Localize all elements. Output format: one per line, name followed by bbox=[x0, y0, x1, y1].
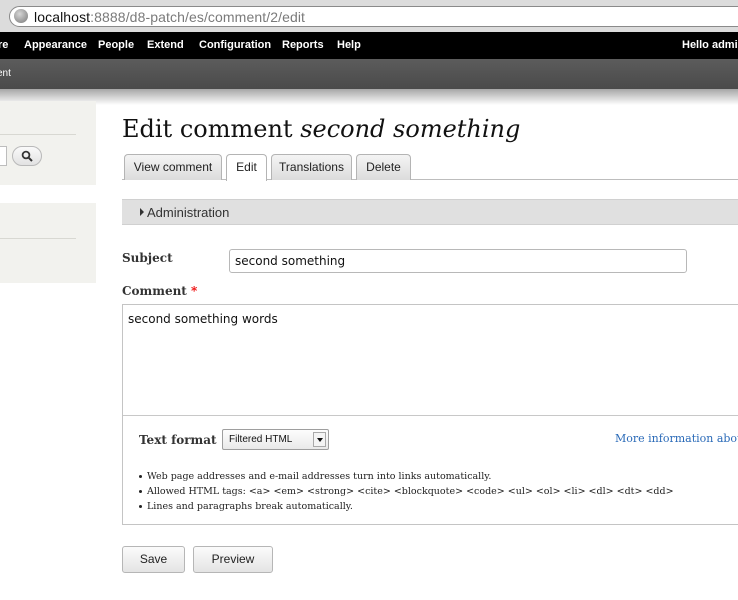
tab-delete[interactable]: Delete bbox=[356, 154, 411, 180]
page-title-emphasis: second something bbox=[300, 115, 521, 143]
shortcut-item[interactable]: ent bbox=[0, 68, 11, 79]
tab-label: Delete bbox=[366, 160, 401, 174]
toolbar-item-extend[interactable]: Extend bbox=[147, 39, 184, 51]
globe-icon bbox=[14, 9, 28, 23]
format-tips-list: Web page addresses and e-mail addresses … bbox=[137, 469, 674, 514]
tab-view-comment[interactable]: View comment bbox=[124, 154, 222, 180]
text-format-value: Filtered HTML bbox=[229, 434, 293, 445]
toolbar-item-help[interactable]: Help bbox=[337, 39, 361, 51]
comment-textarea[interactable]: second something words bbox=[128, 312, 278, 326]
dropdown-arrow-icon bbox=[313, 432, 326, 447]
collapse-triangle-icon bbox=[140, 208, 144, 216]
text-format-label: Text format bbox=[139, 433, 217, 447]
tab-label: View comment bbox=[133, 160, 213, 174]
save-button[interactable]: Save bbox=[122, 546, 185, 573]
tab-label: Edit bbox=[236, 160, 257, 174]
required-marker: * bbox=[191, 284, 198, 298]
page-title: Edit comment second something bbox=[122, 114, 520, 144]
browser-chrome: localhost:8888/d8-patch/es/comment/2/edi… bbox=[0, 0, 738, 33]
sidebar-search-block bbox=[0, 101, 96, 185]
list-item: Lines and paragraphs break automatically… bbox=[137, 499, 674, 514]
comment-editor: second something words Text format Filte… bbox=[122, 304, 738, 525]
admin-toolbar: re Appearance People Extend Configuratio… bbox=[0, 32, 738, 59]
url-host: localhost bbox=[34, 9, 91, 25]
subject-label: Subject bbox=[122, 251, 173, 265]
subject-input[interactable]: second something bbox=[229, 249, 687, 273]
preview-button[interactable]: Preview bbox=[193, 546, 273, 573]
search-button[interactable] bbox=[12, 146, 42, 166]
search-icon bbox=[21, 150, 33, 162]
toolbar-item-reports[interactable]: Reports bbox=[282, 39, 324, 51]
shortcuts-bar: ent bbox=[0, 59, 738, 89]
administration-fieldset-toggle[interactable]: Administration bbox=[122, 199, 738, 225]
text-format-select[interactable]: Filtered HTML bbox=[222, 429, 329, 450]
sidebar-block bbox=[0, 203, 96, 283]
format-divider bbox=[123, 415, 738, 416]
administration-label: Administration bbox=[147, 205, 230, 220]
tab-translations[interactable]: Translations bbox=[271, 154, 352, 180]
toolbar-item-people[interactable]: People bbox=[98, 39, 134, 51]
url-path: :8888/d8-patch/es/comment/2/edit bbox=[90, 9, 306, 25]
search-input[interactable] bbox=[0, 146, 7, 166]
list-item: Allowed HTML tags: <a> <em> <strong> <ci… bbox=[137, 484, 674, 499]
toolbar-item-appearance[interactable]: Appearance bbox=[24, 39, 87, 51]
toolbar-item-configuration[interactable]: Configuration bbox=[199, 39, 271, 51]
comment-label-text: Comment bbox=[122, 284, 187, 298]
comment-label: Comment * bbox=[122, 284, 197, 298]
list-item: Web page addresses and e-mail addresses … bbox=[137, 469, 674, 484]
toolbar-item-structure[interactable]: re bbox=[0, 39, 8, 51]
page-title-prefix: Edit comment bbox=[122, 115, 293, 143]
tab-label: Translations bbox=[279, 160, 344, 174]
user-greeting[interactable]: Hello admi bbox=[682, 39, 738, 51]
toolbar-shadow bbox=[0, 89, 738, 105]
url-text[interactable]: localhost:8888/d8-patch/es/comment/2/edi… bbox=[34, 9, 305, 25]
more-info-link[interactable]: More information about t bbox=[615, 432, 738, 445]
tab-edit[interactable]: Edit bbox=[226, 154, 267, 181]
address-bar[interactable]: localhost:8888/d8-patch/es/comment/2/edi… bbox=[9, 6, 738, 27]
sidebar-divider bbox=[0, 238, 76, 239]
sidebar-divider bbox=[0, 134, 76, 135]
